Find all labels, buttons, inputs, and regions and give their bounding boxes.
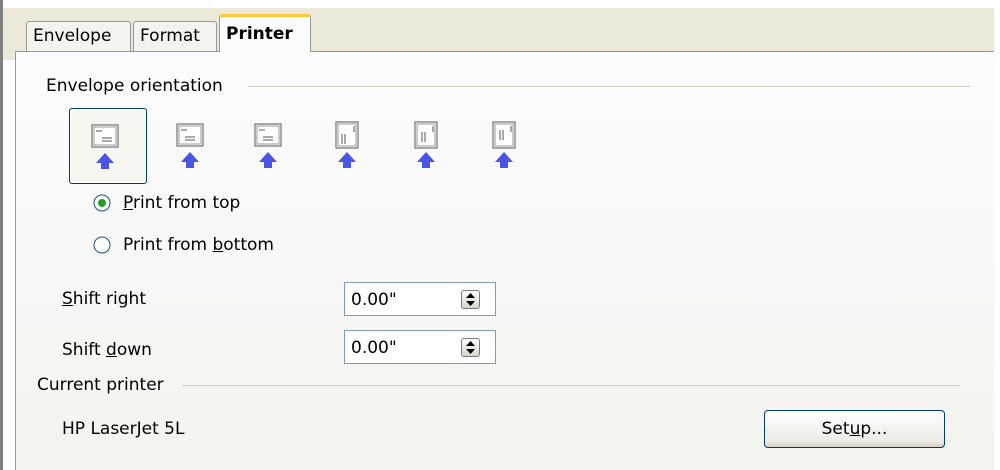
orientation-button-6[interactable]: [469, 108, 547, 184]
shift-right-spin-button[interactable]: [461, 290, 480, 309]
window-left-border: [0, 0, 3, 470]
tab-printer-label: Printer: [226, 24, 293, 44]
window-right-strip: [994, 0, 1000, 470]
shift-down-value[interactable]: 0.00": [351, 338, 397, 358]
spin-arrows-icon: [466, 341, 475, 354]
orientation-divider: [248, 86, 970, 87]
orientation-button-2[interactable]: [155, 108, 233, 184]
envelope-orientation-heading: Envelope orientation: [46, 76, 223, 96]
tab-envelope-label: Envelope: [33, 26, 112, 46]
orientation-button-5[interactable]: [391, 108, 469, 184]
print-from-top-radio[interactable]: [93, 194, 111, 212]
current-printer-divider: [182, 385, 960, 386]
current-printer-heading: Current printer: [37, 375, 164, 395]
printer-name: HP LaserJet 5L: [62, 419, 185, 439]
tab-printer[interactable]: Printer: [219, 14, 311, 52]
print-from-bottom-label[interactable]: Print from bottom: [123, 235, 274, 255]
shift-down-label: Shift down: [62, 340, 152, 360]
shift-right-value[interactable]: 0.00": [351, 290, 397, 310]
envelope-portrait-icon: [414, 121, 438, 168]
envelope-landscape-icon: [91, 124, 119, 169]
setup-button[interactable]: Setup...: [764, 410, 945, 448]
tab-envelope[interactable]: Envelope: [26, 21, 131, 51]
orientation-button-1[interactable]: [69, 108, 147, 184]
shift-down-field[interactable]: 0.00": [344, 330, 496, 364]
shift-down-spin-button[interactable]: [461, 338, 480, 357]
orientation-button-4[interactable]: [312, 108, 390, 184]
print-from-top-label[interactable]: Print from top: [123, 193, 240, 213]
spin-arrows-icon: [466, 293, 475, 306]
orientation-button-3[interactable]: [233, 108, 311, 184]
envelope-portrait-icon: [335, 121, 359, 168]
envelope-portrait-icon: [492, 121, 516, 168]
tab-format-label: Format: [140, 26, 200, 46]
print-from-bottom-radio[interactable]: [93, 236, 111, 254]
shift-right-field[interactable]: 0.00": [344, 282, 496, 316]
shift-right-label: Shift right: [62, 289, 146, 309]
window-top-strip: [0, 0, 1000, 8]
envelope-landscape-icon: [176, 123, 204, 168]
tab-format[interactable]: Format: [133, 21, 217, 51]
envelope-landscape-icon: [254, 123, 282, 168]
